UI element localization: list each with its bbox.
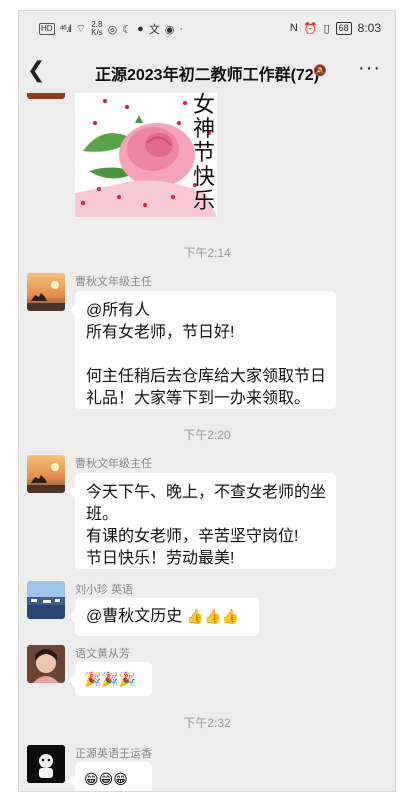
vibrate-icon: ▯ bbox=[323, 22, 330, 35]
grinning-emoji: 😁😁😁 bbox=[84, 771, 128, 787]
caption-char: 乐 bbox=[192, 188, 215, 213]
timestamp: 下午2:20 bbox=[183, 428, 231, 442]
message-line: 今天下午、晚上，不查女老师的坐 bbox=[86, 484, 327, 501]
avatar[interactable] bbox=[27, 93, 65, 99]
camel-avatar-image bbox=[27, 273, 65, 311]
camel-avatar-image bbox=[27, 455, 65, 493]
dark-avatar-image bbox=[27, 745, 65, 783]
image-message[interactable]: 女 神 节 快 乐 bbox=[75, 93, 217, 217]
hd-badge: HD bbox=[39, 23, 55, 35]
sender-name: 曹秋文年级主任 bbox=[75, 276, 152, 288]
message-line: 礼品！大家等下到一办来领取。 bbox=[86, 390, 311, 407]
message-bubble[interactable]: @曹秋文历史 👍👍👍 bbox=[69, 598, 259, 636]
message-bubble[interactable]: 😁😁😁 bbox=[69, 762, 152, 791]
sender-name: 语文黄从芳 bbox=[75, 648, 130, 660]
status-bar: HD ⁴⁶.ıl ⌔ 2.8 K/s ◎ ☾ ● 文 ◉ · N ⏰ ▯ 68 … bbox=[19, 11, 395, 47]
mute-bell-icon: 🔕 bbox=[313, 65, 327, 77]
sender-name: 刘小珍 英语 bbox=[75, 584, 134, 596]
status-right: N ⏰ ▯ 68 8:03 bbox=[290, 21, 381, 35]
message-line: 班。 bbox=[86, 506, 119, 523]
caption-char: 快 bbox=[192, 164, 215, 189]
clock: 8:03 bbox=[357, 21, 381, 35]
message-line: 节日快乐！劳动最美! bbox=[86, 550, 235, 567]
app-notification-icon: ◎ bbox=[107, 23, 118, 36]
dot-icon: · bbox=[179, 23, 184, 35]
chat-area[interactable]: 女 神 节 快 乐 下午2:14 曹秋文年级主任 @所有人 所有女老师，节日好! bbox=[19, 93, 395, 791]
nfc-icon: N bbox=[289, 22, 298, 34]
message-line: 所有女老师，节日好! bbox=[86, 324, 235, 341]
nav-bar: ❮ 正源2023年初二教师工作群(72) 🔕 ··· bbox=[19, 47, 395, 93]
sender-name: 曹秋文年级主任 bbox=[75, 458, 152, 470]
status-left: HD ⁴⁶.ıl ⌔ 2.8 K/s ◎ ☾ ● 文 ◉ · bbox=[39, 21, 183, 37]
caption-char: 女 bbox=[192, 93, 215, 117]
avatar[interactable] bbox=[27, 581, 65, 619]
message-bubble[interactable]: 🎉🎉🎉 bbox=[69, 662, 152, 696]
sender-name: 正源英语王运香 bbox=[75, 748, 152, 760]
more-options-button[interactable]: ··· bbox=[358, 57, 381, 80]
message-bubble[interactable]: 今天下午、晚上，不查女老师的坐 班。 有课的女老师，辛苦坚守岗位! 节日快乐！劳… bbox=[69, 473, 336, 569]
chat-title: 正源2023年初二教师工作群(72) bbox=[94, 67, 320, 84]
avatar[interactable] bbox=[27, 645, 65, 683]
signal-icon: ⁴⁶.ıl bbox=[59, 23, 72, 35]
wifi-icon: ⌔ bbox=[75, 23, 87, 35]
portrait-avatar-image bbox=[27, 645, 65, 683]
phone-screen: HD ⁴⁶.ıl ⌔ 2.8 K/s ◎ ☾ ● 文 ◉ · N ⏰ ▯ 68 … bbox=[18, 10, 396, 792]
caption-char: 节 bbox=[192, 140, 215, 165]
mention-text: @曹秋文历史 bbox=[86, 608, 183, 625]
message-line: 有课的女老师，辛苦坚守岗位! bbox=[86, 528, 299, 545]
translate-icon: 文 bbox=[148, 24, 160, 36]
network-speed: 2.8 K/s bbox=[91, 21, 103, 37]
avatar[interactable] bbox=[27, 745, 65, 783]
thumbs-up-emoji: 👍👍👍 bbox=[186, 608, 239, 624]
timestamp: 下午2:14 bbox=[183, 246, 231, 260]
caption-char: 神 bbox=[192, 116, 215, 141]
alarm-icon: ⏰ bbox=[303, 22, 318, 35]
party-popper-emoji: 🎉🎉🎉 bbox=[84, 671, 137, 687]
message-line: 何主任稍后去仓库给大家领取节日 bbox=[86, 368, 327, 385]
avatar[interactable] bbox=[27, 273, 65, 311]
image-caption: 女 神 节 快 乐 bbox=[191, 93, 217, 213]
avatar[interactable] bbox=[27, 455, 65, 493]
message-line: @所有人 bbox=[86, 302, 151, 319]
message-line bbox=[86, 344, 325, 366]
battery-icon: 68 bbox=[335, 21, 352, 35]
moon-icon: ☾ bbox=[122, 23, 133, 36]
speed-unit: K/s bbox=[91, 28, 103, 37]
message-bubble[interactable]: @所有人 所有女老师，节日好! 何主任稍后去仓库给大家领取节日 礼品！大家等下到… bbox=[69, 291, 336, 409]
timestamp: 下午2:32 bbox=[183, 716, 231, 730]
notification-icon: ◉ bbox=[164, 23, 175, 36]
harbor-avatar-image bbox=[27, 581, 65, 619]
chat-bubble-icon: ● bbox=[137, 23, 144, 35]
